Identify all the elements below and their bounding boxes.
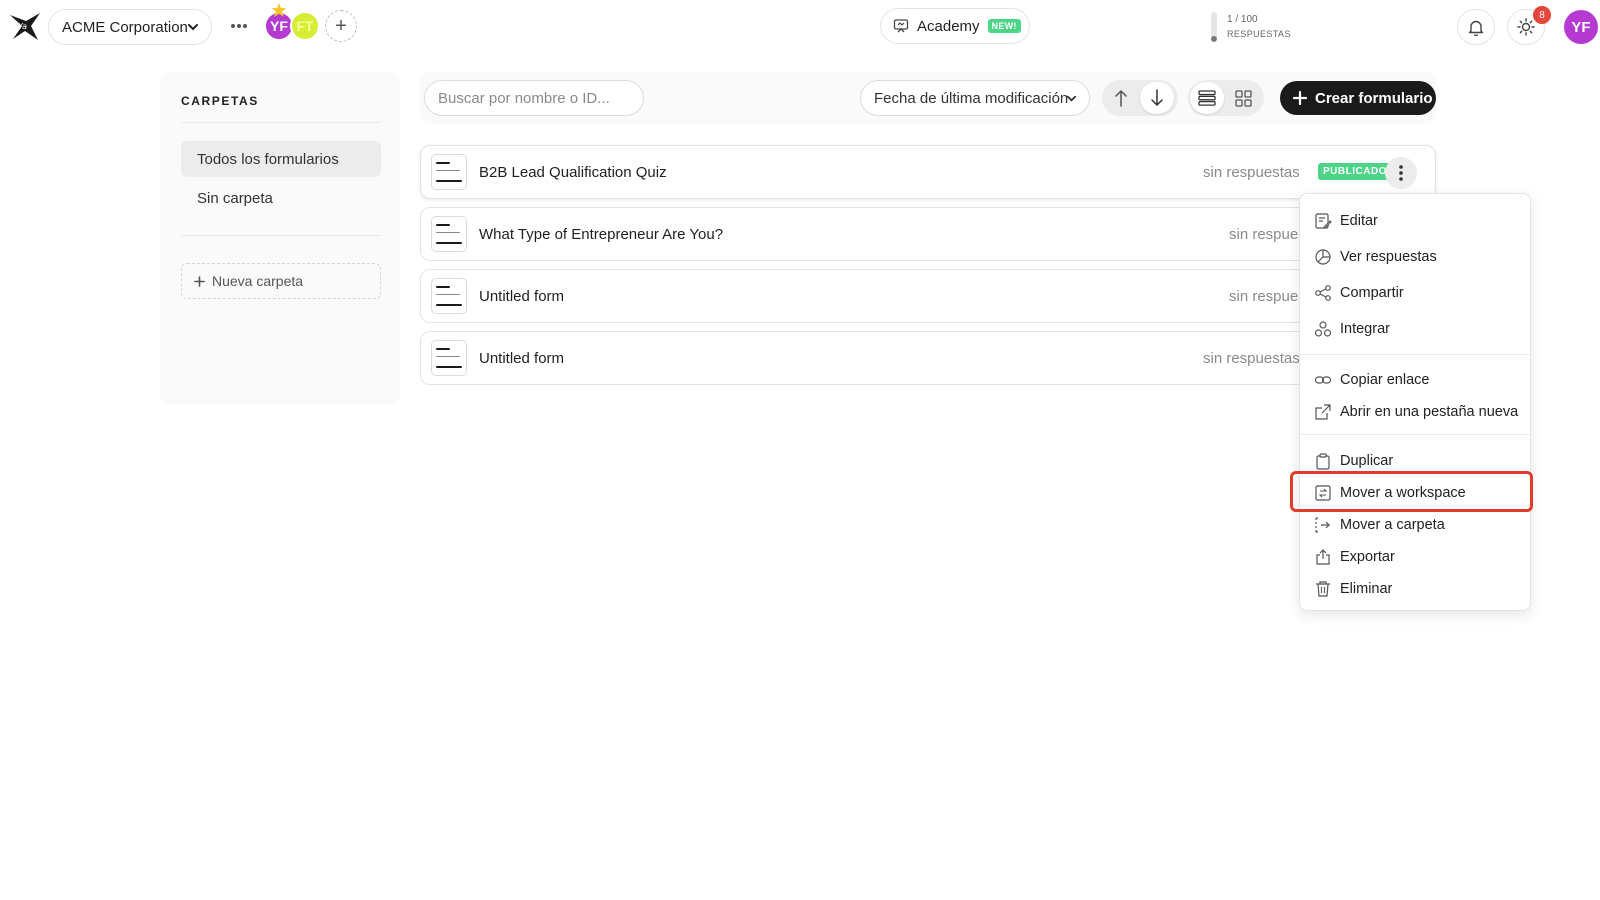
response-usage-meter: 1 / 100 RESPUESTAS	[1211, 12, 1311, 42]
svg-text:Ya: Ya	[18, 22, 27, 31]
form-title[interactable]: Untitled form	[479, 350, 564, 367]
workspace-name: ACME Corporation	[62, 18, 188, 36]
menu-item-open-new-tab[interactable]: Abrir en una pestaña nueva	[1314, 398, 1524, 426]
move-folder-icon	[1315, 517, 1331, 533]
usage-progress-bar	[1211, 12, 1217, 42]
app-logo[interactable]: Ya	[8, 9, 42, 43]
export-icon	[1316, 549, 1330, 565]
member-avatar-ft[interactable]: FT	[290, 11, 320, 41]
create-form-label: Crear formulario	[1315, 89, 1433, 107]
form-context-menu: Editar Ver respuestas Compartir Integrar…	[1299, 193, 1531, 611]
new-folder-label: Nueva carpeta	[212, 273, 304, 289]
academy-button[interactable]: Academy NEW!	[880, 8, 1030, 44]
sort-descending-button[interactable]	[1140, 82, 1174, 114]
sort-field-select[interactable]: Fecha de última modificación	[860, 80, 1090, 116]
menu-item-delete[interactable]: Eliminar	[1314, 575, 1524, 603]
form-title[interactable]: Untitled form	[479, 288, 564, 305]
more-dots-icon	[231, 24, 247, 28]
updates-count-badge: 8	[1533, 6, 1551, 24]
form-options-button[interactable]	[1385, 157, 1417, 189]
menu-divider	[1300, 434, 1530, 435]
edit-icon	[1315, 213, 1332, 229]
form-thumbnail-icon	[431, 216, 467, 252]
form-title[interactable]: B2B Lead Qualification Quiz	[479, 164, 667, 181]
sort-field-label: Fecha de última modificación	[874, 89, 1069, 107]
sidebar-divider	[181, 122, 381, 123]
form-row[interactable]: What Type of Entrepreneur Are You? sin r…	[420, 207, 1436, 261]
menu-item-view-responses[interactable]: Ver respuestas	[1314, 243, 1524, 271]
form-response-count: sin respuestas	[1229, 288, 1299, 305]
form-thumbnail-icon	[431, 154, 467, 190]
form-response-count: sin respuestas	[1203, 164, 1300, 181]
user-avatar[interactable]: YF	[1564, 10, 1598, 44]
grid-view-button[interactable]	[1226, 82, 1260, 114]
chevron-down-icon	[1066, 95, 1077, 102]
form-response-count: sin respuestas	[1229, 226, 1299, 243]
menu-item-edit[interactable]: Editar	[1314, 207, 1524, 235]
move-workspace-icon	[1315, 485, 1331, 501]
create-form-button[interactable]: Crear formulario	[1280, 81, 1436, 115]
folders-sidebar: CARPETAS Todos los formularios Sin carpe…	[160, 72, 400, 404]
menu-item-copy-link[interactable]: Copiar enlace	[1314, 366, 1524, 394]
sidebar-item-all-forms[interactable]: Todos los formularios	[181, 141, 381, 177]
link-icon	[1314, 376, 1332, 384]
forms-toolbar: Fecha de última modificación Crear formu…	[420, 72, 1436, 124]
plus-icon	[194, 275, 205, 287]
sidebar-divider	[181, 235, 381, 236]
usage-label: RESPUESTAS	[1227, 29, 1291, 39]
list-view-icon	[1198, 90, 1216, 106]
menu-item-share[interactable]: Compartir	[1314, 279, 1524, 307]
workspace-selector[interactable]: ACME Corporation	[48, 9, 212, 45]
duplicate-icon	[1316, 453, 1330, 470]
chevron-down-icon	[188, 24, 198, 31]
sidebar-item-label: Sin carpeta	[197, 189, 273, 207]
status-badge: PUBLICADO	[1318, 163, 1392, 180]
integrate-icon	[1314, 321, 1332, 337]
form-row[interactable]: B2B Lead Qualification Quiz sin respuest…	[420, 145, 1436, 199]
external-link-icon	[1315, 404, 1331, 420]
sidebar-title: CARPETAS	[181, 94, 259, 108]
usage-count: 1 / 100	[1227, 14, 1258, 25]
more-vertical-icon	[1399, 165, 1403, 181]
list-view-button[interactable]	[1190, 82, 1224, 114]
form-thumbnail-icon	[431, 340, 467, 376]
sort-direction-toggle	[1102, 80, 1178, 116]
owner-star-icon	[271, 3, 287, 17]
form-row[interactable]: Untitled form sin respuestas	[420, 269, 1436, 323]
more-options-button[interactable]	[228, 14, 250, 38]
notifications-button[interactable]	[1457, 9, 1495, 45]
search-input[interactable]	[424, 80, 644, 116]
share-icon	[1315, 285, 1331, 301]
form-thumbnail-icon	[431, 278, 467, 314]
new-badge: NEW!	[987, 19, 1021, 33]
menu-item-move-to-workspace[interactable]: Mover a workspace	[1314, 479, 1524, 507]
top-bar: Ya ACME Corporation YF FT + Academy NEW!…	[0, 0, 1600, 56]
usage-progress-fill	[1211, 36, 1217, 42]
form-title[interactable]: What Type of Entrepreneur Are You?	[479, 226, 723, 243]
sidebar-item-no-folder[interactable]: Sin carpeta	[181, 180, 381, 216]
arrow-up-icon	[1115, 90, 1127, 107]
menu-item-export[interactable]: Exportar	[1314, 543, 1524, 571]
menu-item-move-to-folder[interactable]: Mover a carpeta	[1314, 511, 1524, 539]
bell-icon	[1468, 20, 1484, 36]
academy-label: Academy	[917, 17, 980, 35]
arrow-down-icon	[1151, 89, 1163, 106]
plus-icon	[1293, 91, 1307, 105]
form-response-count: sin respuestas	[1203, 350, 1300, 367]
form-row[interactable]: Untitled form sin respuestas	[420, 331, 1436, 385]
add-member-button[interactable]: +	[325, 10, 357, 42]
menu-item-duplicate[interactable]: Duplicar	[1314, 447, 1524, 475]
sort-ascending-button[interactable]	[1104, 82, 1138, 114]
new-folder-button[interactable]: Nueva carpeta	[181, 263, 381, 299]
menu-divider	[1300, 354, 1530, 355]
sun-icon	[1517, 18, 1535, 36]
view-mode-toggle	[1188, 80, 1264, 116]
grid-view-icon	[1234, 89, 1252, 107]
pie-chart-icon	[1315, 249, 1331, 265]
academy-icon	[893, 19, 909, 33]
sidebar-item-label: Todos los formularios	[197, 150, 339, 168]
trash-icon	[1316, 581, 1330, 597]
menu-item-integrate[interactable]: Integrar	[1314, 315, 1524, 343]
